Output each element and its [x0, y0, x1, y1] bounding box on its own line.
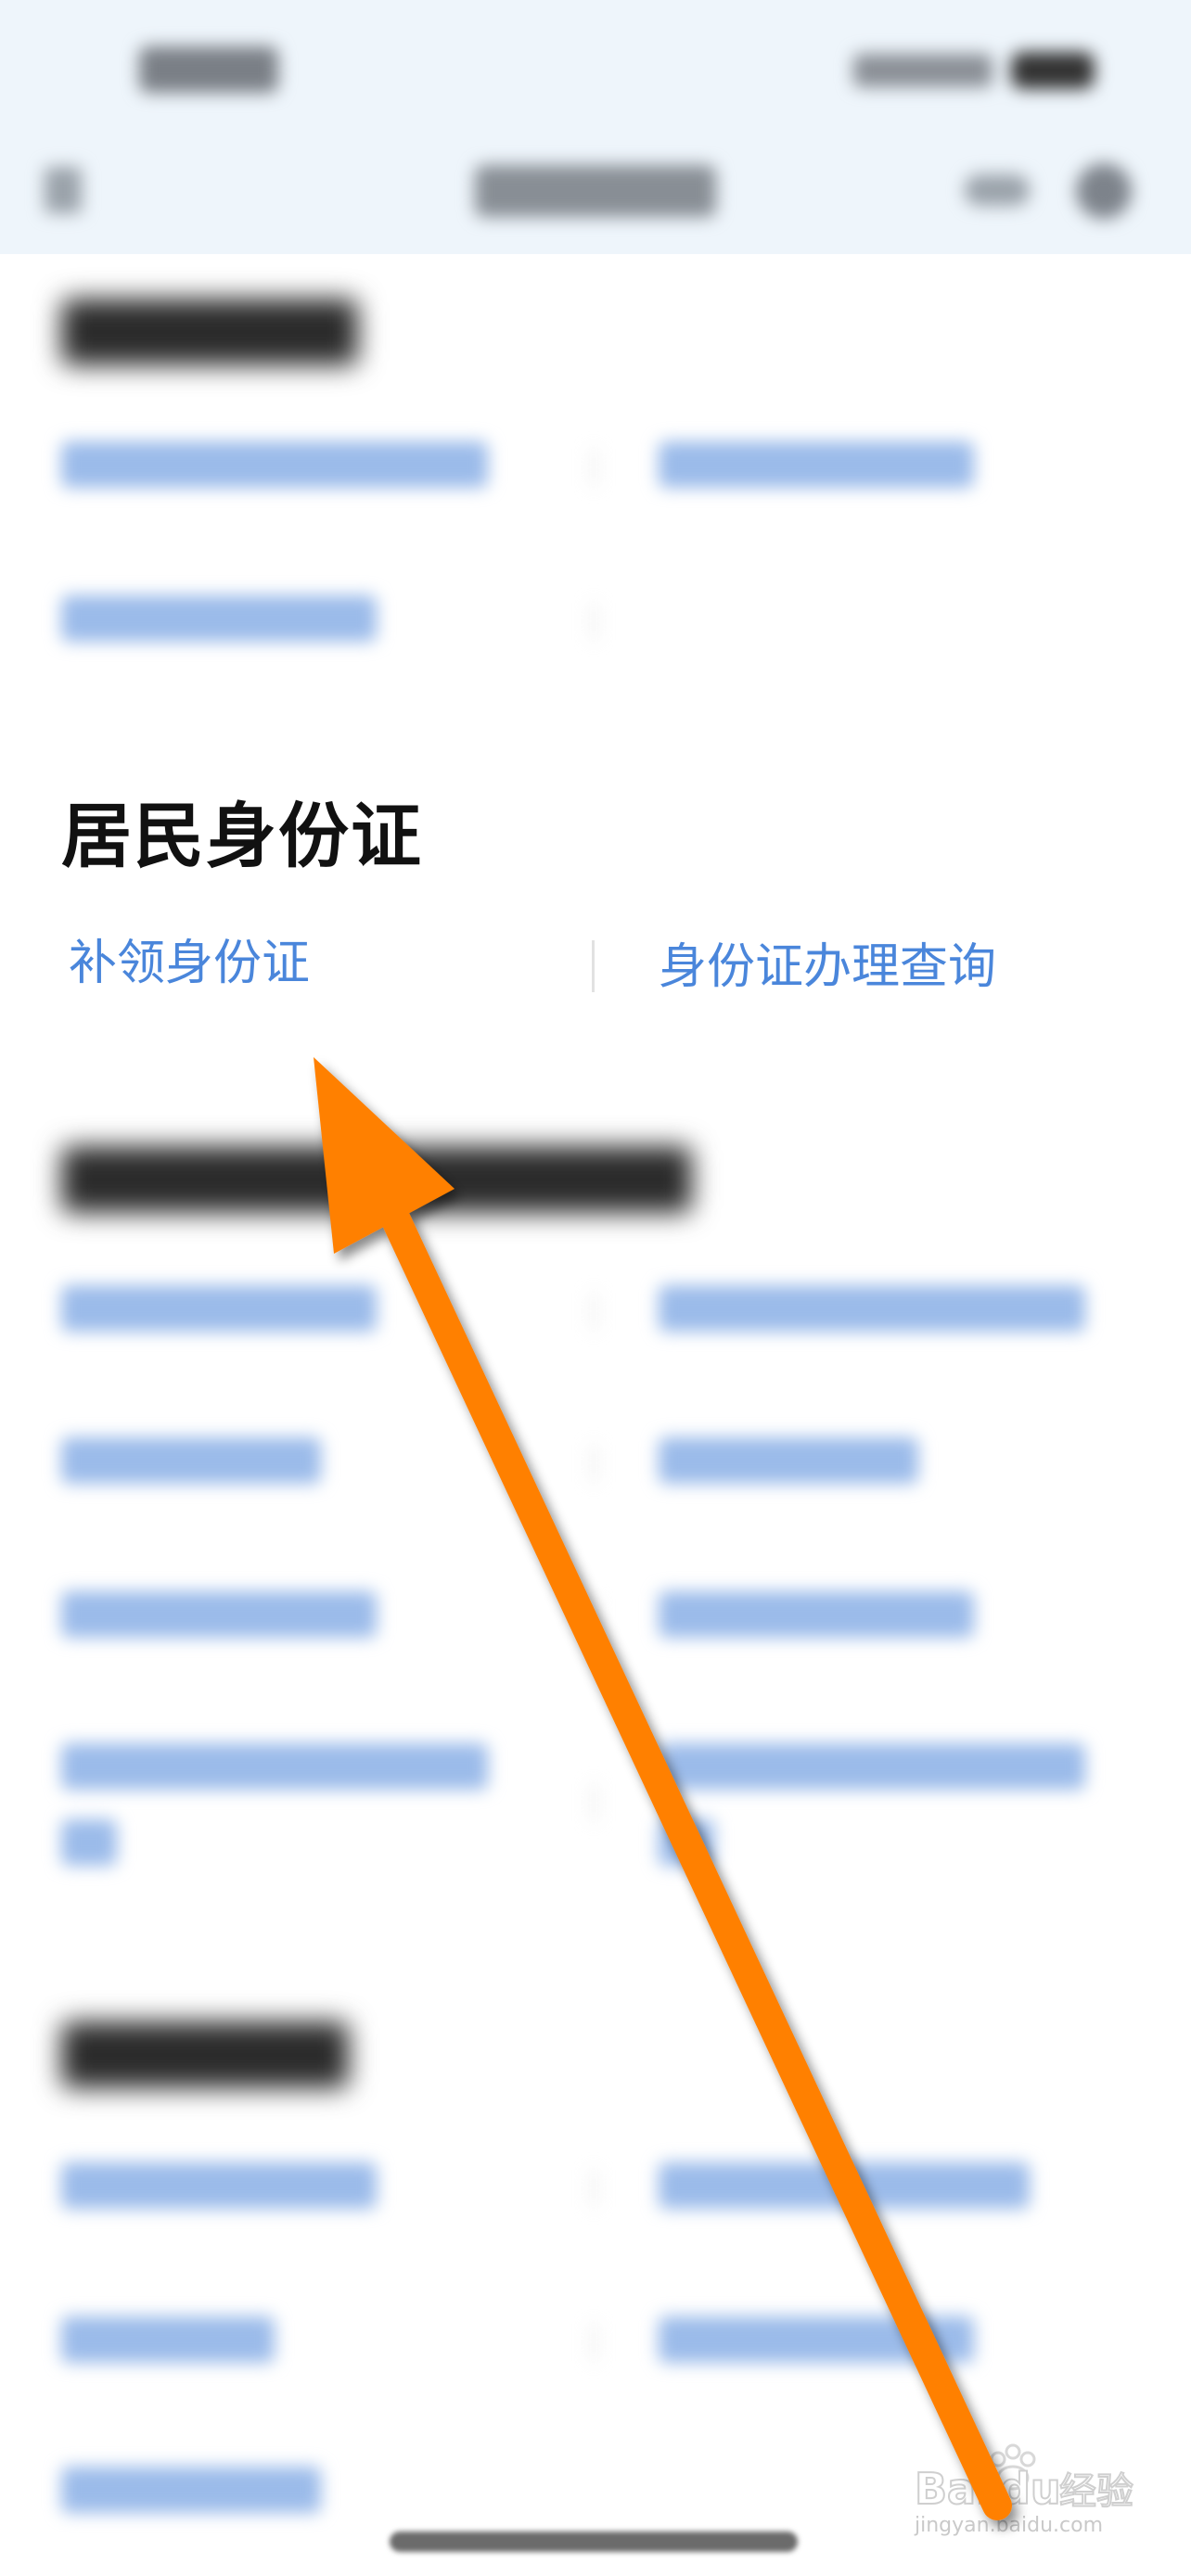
blurred-link[interactable]: [659, 441, 974, 488]
blurred-link[interactable]: [659, 1285, 1085, 1332]
back-icon[interactable]: [45, 167, 82, 213]
blurred-link[interactable]: [659, 1437, 918, 1484]
blurred-link[interactable]: [61, 1285, 377, 1332]
blurred-link[interactable]: [61, 1819, 117, 1866]
signal-icon: [853, 54, 992, 87]
svg-text:Bai: Bai: [915, 2464, 991, 2514]
divider: [592, 2324, 596, 2361]
baidu-jingyan-watermark-logo: Bai du 经验 jingyan.baidu.com: [914, 2443, 1134, 2537]
status-time: [139, 46, 278, 93]
reissue-id-card-link[interactable]: 补领身份证: [69, 931, 310, 996]
blurred-link[interactable]: [61, 595, 377, 642]
top-header: [0, 0, 1191, 254]
blurred-link[interactable]: [659, 1591, 974, 1638]
divider: [592, 449, 596, 486]
blurred-link[interactable]: [61, 2467, 321, 2513]
svg-text:经验: 经验: [1059, 2470, 1133, 2513]
divider: [592, 603, 596, 640]
app-page: 居民身份证 补领身份证 身份证办理查询 Bai du 经验 jingyan.ba…: [0, 0, 1191, 2576]
blurred-link[interactable]: [61, 1743, 488, 1790]
id-card-processing-query-link[interactable]: 身份证办理查询: [659, 935, 996, 1000]
divider: [592, 1599, 596, 1636]
blurred-section-title: [61, 2021, 349, 2088]
blurred-section-title: [61, 1146, 692, 1213]
divider: [592, 1293, 596, 1330]
section-title: 居民身份证: [61, 795, 423, 877]
battery-icon: [1011, 52, 1095, 89]
svg-text:jingyan.baidu.com: jingyan.baidu.com: [914, 2514, 1103, 2537]
blurred-link[interactable]: [61, 1437, 321, 1484]
svg-text:du: du: [1000, 2464, 1061, 2514]
divider: [592, 2170, 596, 2207]
blurred-link[interactable]: [659, 1743, 1085, 1790]
more-icon[interactable]: [965, 174, 1030, 206]
blurred-link[interactable]: [61, 2316, 275, 2363]
divider: [592, 1784, 596, 1821]
blurred-link[interactable]: [61, 441, 488, 488]
blurred-section-title: [61, 299, 358, 365]
divider: [592, 1445, 596, 1482]
status-indicators: [853, 46, 1095, 93]
divider: [592, 940, 595, 992]
blurred-link[interactable]: [61, 1591, 377, 1638]
close-icon[interactable]: [1076, 163, 1132, 219]
page-title: [475, 165, 716, 217]
blurred-link[interactable]: [659, 2316, 974, 2363]
blurred-link[interactable]: [61, 2162, 377, 2209]
blurred-link[interactable]: [659, 2162, 1030, 2209]
home-indicator[interactable]: [390, 2531, 798, 2552]
blurred-link[interactable]: [659, 1819, 714, 1866]
